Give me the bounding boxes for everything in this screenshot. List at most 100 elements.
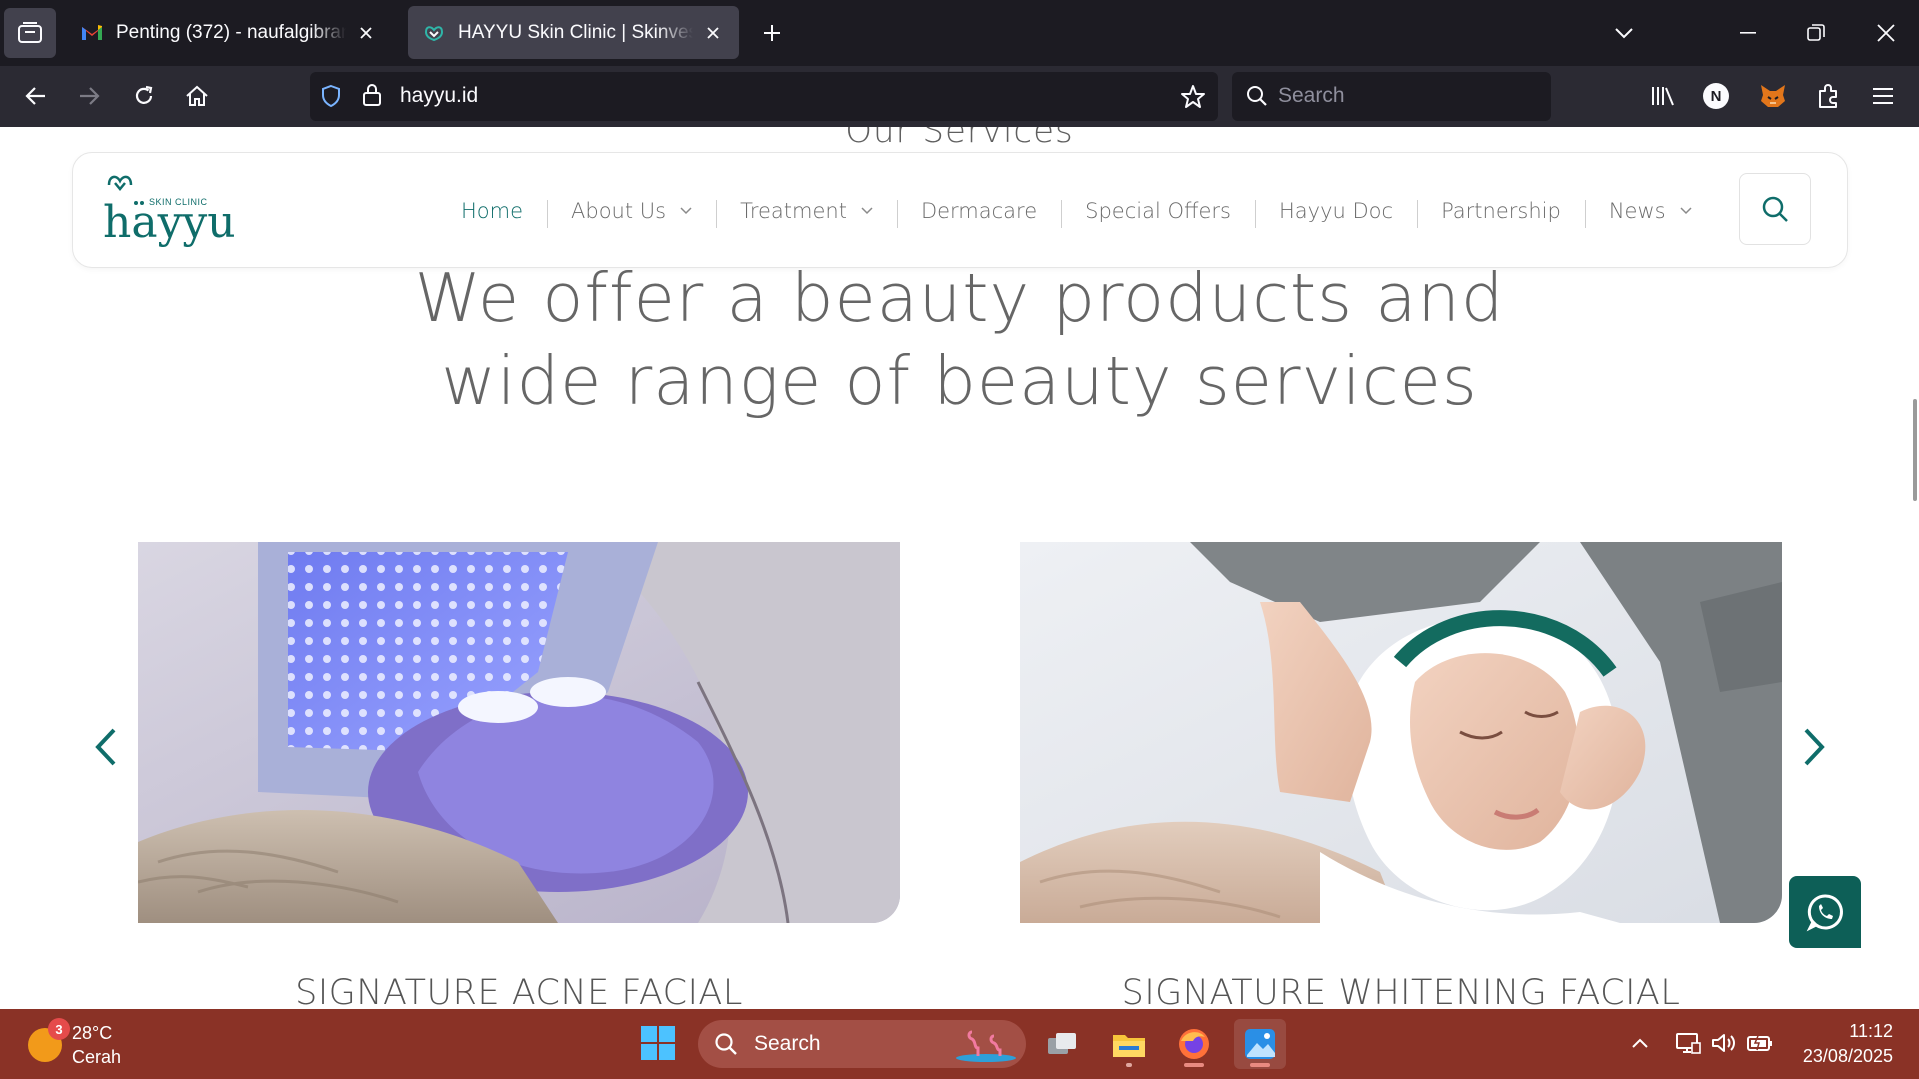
weather-temperature: 28°C: [72, 1023, 113, 1043]
home-button[interactable]: [176, 75, 218, 117]
hamburger-icon: [1873, 88, 1893, 104]
address-bar[interactable]: hayyu.id: [310, 72, 1218, 121]
restore-button[interactable]: [1796, 14, 1836, 52]
hayyu-favicon: [422, 21, 446, 45]
show-hidden-icons-button[interactable]: [1626, 1029, 1654, 1057]
menu-dermacare[interactable]: Dermacare: [896, 199, 1061, 228]
volume-tray-button[interactable]: [1710, 1029, 1738, 1057]
site-logo[interactable]: SKIN CLINIC hayyu: [103, 171, 236, 251]
close-tab-icon[interactable]: [354, 21, 378, 45]
battery-tray-button[interactable]: [1746, 1029, 1774, 1057]
tab-hayyu[interactable]: HAYYU Skin Clinic | Skinvestasi Cantik: [408, 6, 739, 59]
minimize-icon: [1740, 32, 1756, 34]
close-icon: [1877, 24, 1895, 42]
menu-treatment[interactable]: Treatment: [716, 199, 897, 228]
menu-button[interactable]: [1862, 75, 1904, 117]
url-text[interactable]: hayyu.id: [400, 84, 478, 108]
menu-label: News: [1608, 199, 1666, 223]
site-search-button[interactable]: [1739, 173, 1811, 245]
chevron-down-icon: [1615, 28, 1633, 39]
restore-icon: [1807, 24, 1825, 41]
browser-search-field[interactable]: Search: [1232, 72, 1551, 121]
chevron-down-icon: [680, 207, 692, 215]
arrow-right-icon: [80, 87, 100, 105]
puzzle-icon: [1819, 84, 1837, 108]
section-kicker: Our Services: [845, 127, 1074, 151]
menu-label: Partnership: [1441, 199, 1561, 223]
battery-icon: [1747, 1035, 1772, 1051]
speaker-icon: [1712, 1034, 1735, 1052]
tab-overview-button[interactable]: [4, 8, 56, 58]
menu-hayyu-doc[interactable]: Hayyu Doc: [1254, 199, 1417, 228]
fox-icon: [1761, 85, 1785, 107]
gmail-icon: [80, 21, 104, 45]
home-icon: [186, 85, 208, 106]
browser-tab-bar: Penting (372) - naufalgibran961@gmail.co…: [0, 0, 1919, 66]
lock-icon[interactable]: [362, 83, 382, 107]
menu-about-us[interactable]: About Us: [547, 199, 716, 228]
tab-title: HAYYU Skin Clinic | Skinvestasi Cantik: [458, 21, 693, 43]
running-indicator: [1250, 1063, 1270, 1067]
list-all-tabs-button[interactable]: [1604, 14, 1644, 52]
led-therapy-photo: [138, 542, 900, 923]
star-icon[interactable]: [1180, 84, 1206, 110]
back-button[interactable]: [15, 75, 57, 117]
account-button[interactable]: N: [1695, 75, 1737, 117]
new-tab-button[interactable]: [755, 14, 789, 52]
chevron-down-icon: [861, 207, 873, 215]
main-menu: Home About Us Treatment Dermacare Specia…: [437, 153, 1716, 269]
taskbar-clock[interactable]: 11:12 23/08/2025: [1803, 1019, 1893, 1069]
taskbar-search[interactable]: Search: [698, 1020, 1026, 1068]
carousel-next-button[interactable]: [1794, 717, 1834, 777]
folder-icon: [1113, 1035, 1145, 1057]
acne-facial-image[interactable]: [138, 542, 900, 923]
clock-time: 11:12: [1849, 1021, 1893, 1041]
library-button[interactable]: [1642, 75, 1684, 117]
browser-toolbar: hayyu.id Search N: [0, 66, 1919, 127]
flamingo-icon: [956, 1030, 1016, 1062]
menu-home[interactable]: Home: [437, 199, 547, 223]
close-window-button[interactable]: [1866, 14, 1906, 52]
carousel-prev-button[interactable]: [86, 717, 126, 777]
extensions-button[interactable]: [1808, 75, 1850, 117]
photos-app[interactable]: [1234, 1019, 1286, 1069]
shield-icon[interactable]: [320, 84, 342, 108]
library-icon: [1652, 87, 1674, 106]
sun-icon: 3: [28, 1018, 70, 1062]
menu-special-offers[interactable]: Special Offers: [1061, 199, 1255, 228]
reload-button[interactable]: [123, 75, 165, 117]
page-scrollbar[interactable]: [1913, 399, 1917, 501]
card-title[interactable]: SIGNATURE WHITENING FACIAL: [1020, 973, 1782, 1009]
whatsapp-icon: [1806, 894, 1843, 932]
firefox-app[interactable]: [1168, 1019, 1220, 1069]
task-view-app[interactable]: [1036, 1019, 1088, 1069]
plus-icon: [764, 25, 780, 41]
task-view-icon: [1048, 1033, 1076, 1054]
menu-news[interactable]: News: [1584, 199, 1716, 228]
card-title[interactable]: SIGNATURE ACNE FACIAL: [138, 973, 900, 1009]
file-explorer-app[interactable]: [1103, 1019, 1155, 1069]
tab-overview-icon: [18, 22, 42, 43]
chevron-up-icon: [1632, 1038, 1648, 1048]
minimize-button[interactable]: [1728, 14, 1768, 52]
menu-partnership[interactable]: Partnership: [1417, 199, 1585, 228]
forward-button[interactable]: [68, 75, 110, 117]
whitening-facial-image[interactable]: [1020, 542, 1782, 923]
menu-label: Hayyu Doc: [1278, 199, 1394, 223]
network-icon: [1676, 1033, 1701, 1054]
search-icon: [1762, 196, 1788, 222]
start-button[interactable]: [640, 1025, 676, 1061]
network-tray-button[interactable]: [1674, 1029, 1702, 1057]
whatsapp-chat-button[interactable]: [1789, 876, 1861, 948]
close-tab-icon[interactable]: [701, 21, 725, 45]
arrow-left-icon: [25, 87, 45, 105]
weather-description: Cerah: [72, 1047, 122, 1067]
weather-widget[interactable]: 3 28°C Cerah: [28, 1018, 122, 1069]
photos-icon: [1245, 1029, 1275, 1059]
tab-gmail[interactable]: Penting (372) - naufalgibran961@gmail.co…: [66, 6, 392, 59]
headline-line-2: wide range of beauty services: [441, 342, 1478, 420]
chevron-right-icon: [1804, 728, 1825, 766]
running-indicator: [1126, 1063, 1132, 1067]
metamask-extension-button[interactable]: [1752, 75, 1794, 117]
running-indicator: [1184, 1063, 1204, 1067]
